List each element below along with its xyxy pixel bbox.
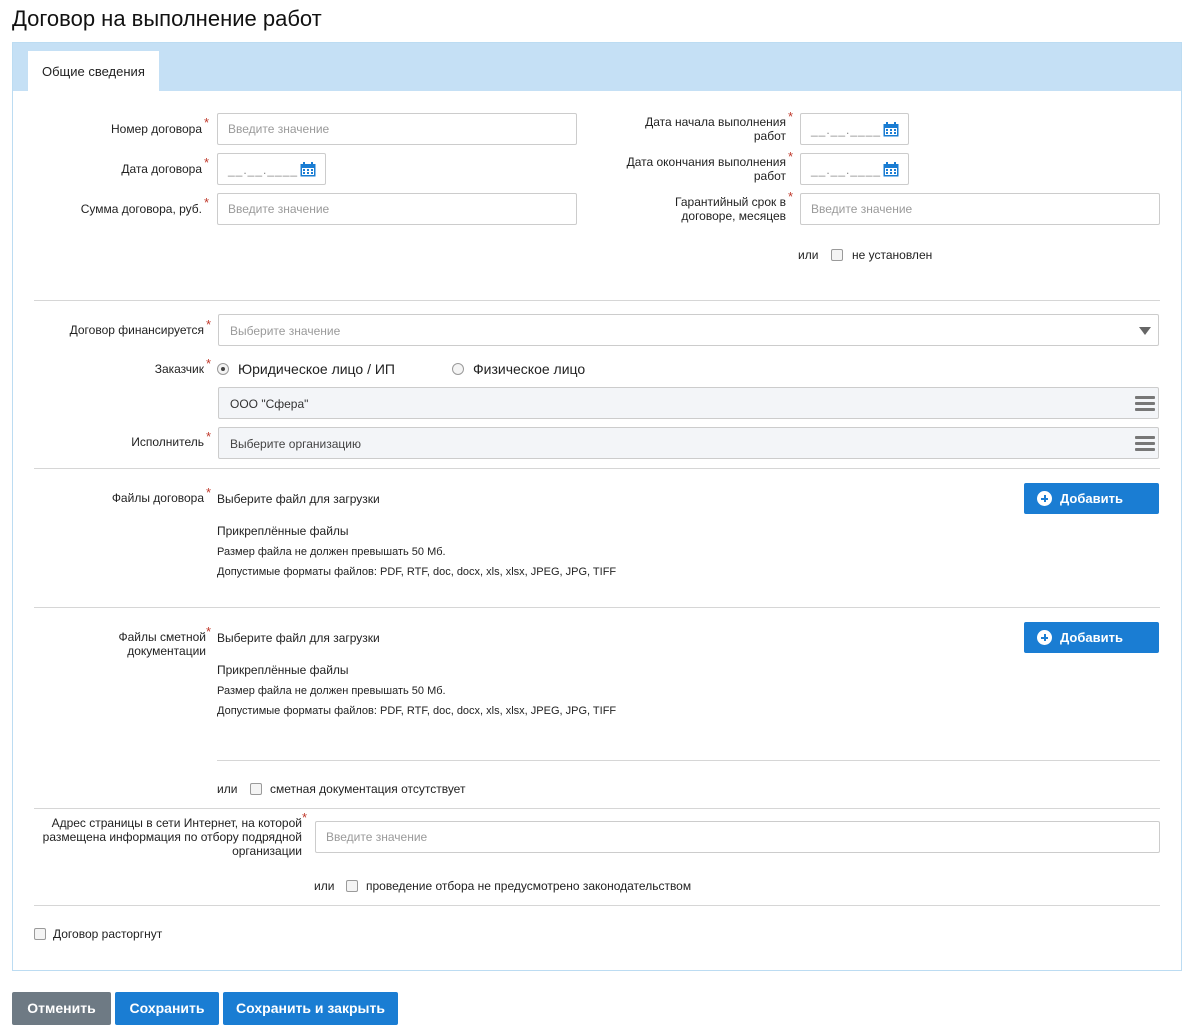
add-estimate-file-button[interactable]: Добавить файл xyxy=(1024,622,1159,676)
warranty-label: Гарантийный срок в договоре, месяцев xyxy=(675,195,786,223)
divider xyxy=(34,607,1160,608)
financing-placeholder: Выберите значение xyxy=(230,324,341,338)
terminated-checkbox[interactable] xyxy=(34,928,46,940)
required-mark: * xyxy=(206,356,212,371)
divider xyxy=(34,808,1160,809)
file-size-note: Размер файла не должен превышать 50 Мб. xyxy=(217,685,446,697)
required-mark: * xyxy=(206,485,212,500)
divider xyxy=(217,760,1160,761)
contract-files-label: Файлы договора xyxy=(111,491,204,505)
contract-date-field[interactable]: __.__.____ xyxy=(217,153,326,185)
tab-general-info[interactable]: Общие сведения xyxy=(28,51,159,91)
or-label: или xyxy=(798,248,819,262)
financing-select[interactable]: Выберите значение xyxy=(218,314,1159,346)
required-mark: * xyxy=(788,189,794,204)
attached-files-heading: Прикреплённые файлы xyxy=(217,524,349,538)
contract-sum-label: Сумма договора, руб. xyxy=(80,202,202,216)
choose-file-text[interactable]: Выберите файл для загрузки xyxy=(217,492,380,506)
warranty-input[interactable] xyxy=(800,193,1160,225)
executor-placeholder: Выберите организацию xyxy=(230,437,362,451)
end-date-field[interactable]: __.__.____ xyxy=(800,153,909,185)
customer-person-radio[interactable] xyxy=(452,363,464,375)
file-formats-note: Допустимые форматы файлов: PDF, RTF, doc… xyxy=(217,566,617,578)
plus-circle-icon xyxy=(1037,630,1052,645)
estimate-absent-label: сметная документация отсутствует xyxy=(270,782,466,796)
estimate-absent-checkbox[interactable] xyxy=(250,783,262,795)
date-placeholder: __.__.____ xyxy=(228,163,299,177)
selection-url-input[interactable] xyxy=(315,821,1160,853)
file-formats-note: Допустимые форматы файлов: PDF, RTF, doc… xyxy=(217,705,617,717)
save-and-close-button[interactable]: Сохранить и закрыть xyxy=(223,992,398,1025)
required-mark: * xyxy=(788,149,794,164)
choose-file-text[interactable]: Выберите файл для загрузки xyxy=(217,631,380,645)
start-date-field[interactable]: __.__.____ xyxy=(800,113,909,145)
start-date-label: Дата начала выполнения работ xyxy=(645,115,786,143)
required-mark: * xyxy=(788,109,794,124)
calendar-icon[interactable] xyxy=(300,162,316,177)
warranty-not-set-label: не установлен xyxy=(852,248,933,262)
date-placeholder: __.__.____ xyxy=(811,123,882,137)
customer-org-value: ООО "Сфера" xyxy=(230,397,309,411)
required-mark: * xyxy=(204,155,210,170)
terminated-label: Договор расторгнут xyxy=(53,927,163,941)
plus-circle-icon xyxy=(1037,491,1052,506)
customer-legal-label: Юридическое лицо / ИП xyxy=(238,361,395,377)
contract-date-label: Дата договора xyxy=(121,162,202,176)
end-date-label: Дата окончания выполнения работ xyxy=(626,155,786,183)
file-size-note: Размер файла не должен превышать 50 Мб. xyxy=(217,546,446,558)
required-mark: * xyxy=(206,317,212,332)
selection-not-required-checkbox[interactable] xyxy=(346,880,358,892)
menu-icon[interactable] xyxy=(1135,396,1155,411)
tab-bar: Общие сведения xyxy=(13,43,1181,91)
page-title: Договор на выполнение работ xyxy=(12,6,322,31)
estimate-files-label: Файлы сметной документации xyxy=(118,630,207,658)
financing-label: Договор финансируется xyxy=(69,323,204,337)
customer-person-label: Физическое лицо xyxy=(473,361,586,377)
customer-label: Заказчик xyxy=(154,362,204,376)
required-mark: * xyxy=(302,810,308,825)
or-label: или xyxy=(314,879,335,893)
caret-down-icon xyxy=(1139,327,1151,335)
executor-label: Исполнитель xyxy=(131,435,204,449)
cancel-button[interactable]: Отменить xyxy=(12,992,111,1025)
customer-org-field[interactable]: ООО "Сфера" xyxy=(218,387,1159,419)
attached-files-heading: Прикреплённые файлы xyxy=(217,663,349,677)
required-mark: * xyxy=(206,624,212,639)
divider xyxy=(34,468,1160,469)
divider xyxy=(34,905,1160,906)
save-button[interactable]: Сохранить xyxy=(115,992,219,1025)
required-mark: * xyxy=(206,429,212,444)
contract-sum-input[interactable] xyxy=(217,193,577,225)
selection-url-label: Адрес страницы в сети Интернет, на котор… xyxy=(42,816,302,858)
selection-not-required-label: проведение отбора не предусмотрено закон… xyxy=(366,879,692,893)
warranty-not-set-checkbox[interactable] xyxy=(831,249,843,261)
or-label: или xyxy=(217,782,238,796)
contract-number-label: Номер договора xyxy=(111,122,202,136)
calendar-icon[interactable] xyxy=(883,122,899,137)
executor-field[interactable]: Выберите организацию xyxy=(218,427,1159,459)
customer-legal-radio[interactable] xyxy=(217,363,229,375)
calendar-icon[interactable] xyxy=(883,162,899,177)
required-mark: * xyxy=(204,115,210,130)
contract-number-input[interactable] xyxy=(217,113,577,145)
date-placeholder: __.__.____ xyxy=(811,163,882,177)
menu-icon[interactable] xyxy=(1135,436,1155,451)
divider xyxy=(34,300,1160,301)
add-contract-file-button[interactable]: Добавить файл xyxy=(1024,483,1159,537)
required-mark: * xyxy=(204,195,210,210)
